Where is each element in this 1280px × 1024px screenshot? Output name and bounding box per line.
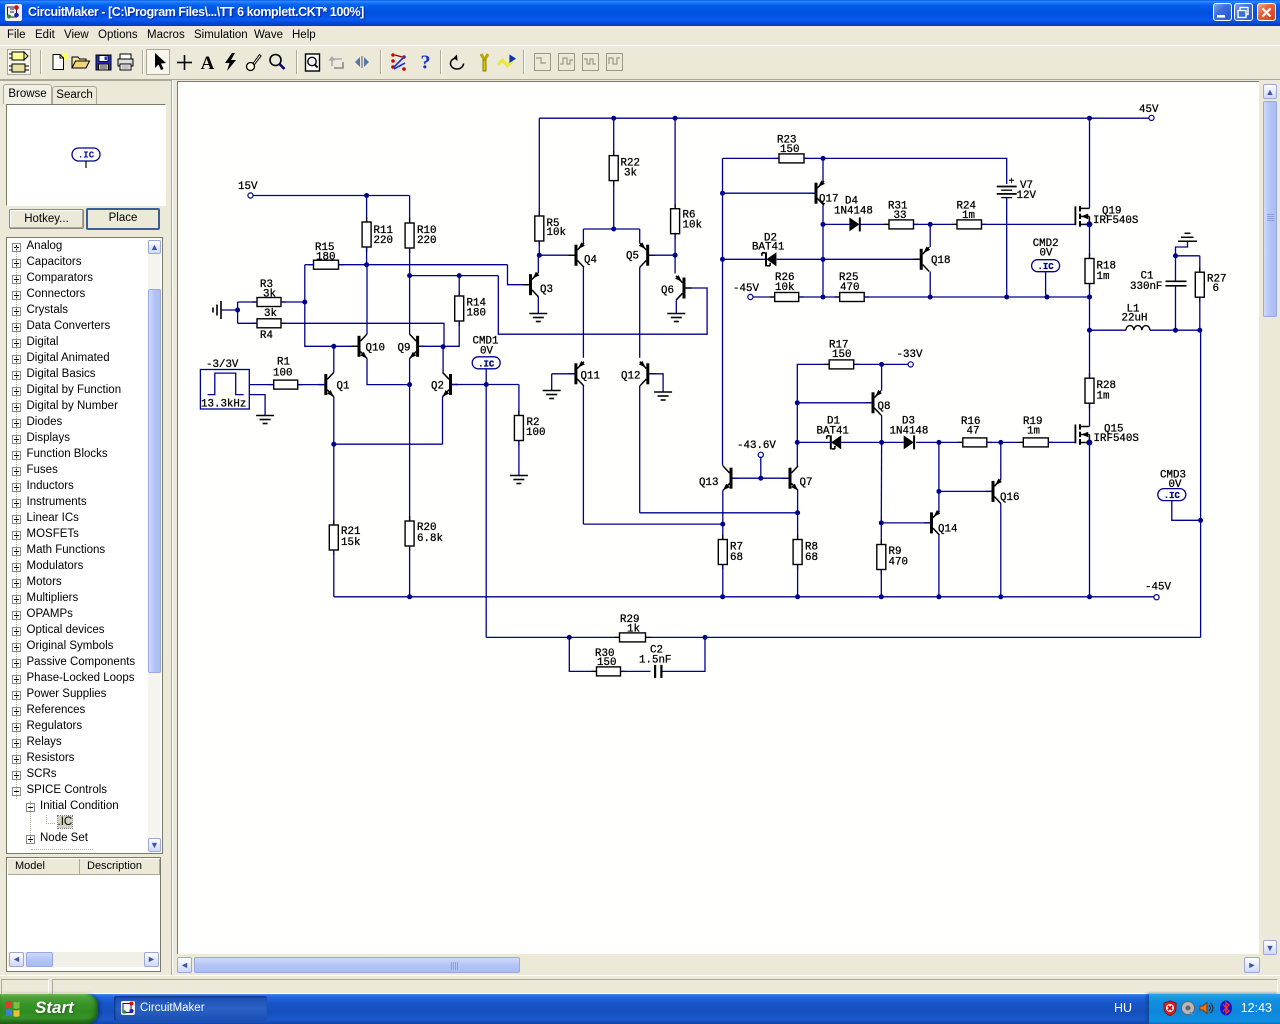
svg-text:68: 68 bbox=[805, 552, 818, 564]
svg-text:180: 180 bbox=[467, 308, 486, 320]
svg-text:45V: 45V bbox=[1139, 104, 1159, 116]
svg-text:180: 180 bbox=[316, 252, 335, 264]
svg-text:Q16: Q16 bbox=[1000, 492, 1019, 504]
svg-text:?: ? bbox=[420, 52, 430, 72]
svg-text:Q1: Q1 bbox=[337, 381, 350, 393]
svg-text:22uH: 22uH bbox=[1122, 313, 1148, 325]
svg-text:-33V: -33V bbox=[897, 349, 923, 361]
svg-text:0V: 0V bbox=[1040, 248, 1053, 260]
svg-text:10k: 10k bbox=[775, 282, 794, 294]
svg-text:100: 100 bbox=[526, 427, 545, 439]
svg-text:-3/3V: -3/3V bbox=[206, 359, 239, 371]
svg-text:150: 150 bbox=[597, 657, 616, 669]
svg-text:3k: 3k bbox=[264, 308, 277, 320]
svg-text:100: 100 bbox=[273, 368, 292, 380]
svg-text:BAT41: BAT41 bbox=[817, 426, 849, 438]
svg-text:1m: 1m bbox=[1097, 271, 1110, 283]
svg-text:Q4: Q4 bbox=[584, 255, 597, 267]
svg-text:1m: 1m bbox=[1097, 390, 1110, 402]
svg-text:470: 470 bbox=[889, 557, 908, 569]
svg-text:.IC: .IC bbox=[78, 151, 95, 161]
svg-text:Q7: Q7 bbox=[800, 477, 813, 489]
svg-text:Q8: Q8 bbox=[878, 401, 891, 413]
svg-text:Q14: Q14 bbox=[938, 524, 957, 536]
svg-text:47: 47 bbox=[967, 426, 980, 438]
svg-text:Q10: Q10 bbox=[366, 343, 385, 355]
svg-text:1m: 1m bbox=[962, 210, 975, 222]
svg-text:Q17: Q17 bbox=[819, 194, 838, 206]
svg-text:Q12: Q12 bbox=[621, 371, 640, 383]
svg-text:-45V: -45V bbox=[733, 283, 759, 295]
svg-text:Q18: Q18 bbox=[931, 255, 950, 267]
svg-text:-43.6V: -43.6V bbox=[737, 440, 776, 452]
svg-text:R4: R4 bbox=[260, 330, 273, 342]
svg-text:10k: 10k bbox=[547, 227, 566, 239]
svg-text:0V: 0V bbox=[1169, 479, 1182, 491]
svg-text:13.3kHz: 13.3kHz bbox=[201, 399, 246, 411]
svg-text:330nF: 330nF bbox=[1130, 281, 1162, 293]
svg-text:15V: 15V bbox=[238, 181, 258, 193]
svg-text:Q5: Q5 bbox=[626, 251, 639, 263]
svg-text:3k: 3k bbox=[624, 168, 637, 180]
svg-text:Q9: Q9 bbox=[398, 343, 411, 355]
svg-text:IRF540S: IRF540S bbox=[1093, 215, 1138, 227]
svg-text:-45V: -45V bbox=[1145, 582, 1171, 594]
svg-text:12V: 12V bbox=[1017, 190, 1037, 202]
svg-text:1N4148: 1N4148 bbox=[834, 206, 873, 218]
svg-text:470: 470 bbox=[840, 282, 859, 294]
svg-text:150: 150 bbox=[832, 349, 851, 361]
svg-text:Q11: Q11 bbox=[581, 371, 600, 383]
svg-text:Q3: Q3 bbox=[540, 284, 553, 296]
svg-text:Q6: Q6 bbox=[661, 285, 674, 297]
svg-text:10k: 10k bbox=[683, 220, 702, 232]
svg-text:Q13: Q13 bbox=[699, 477, 718, 489]
svg-text:1N4148: 1N4148 bbox=[890, 426, 929, 438]
svg-text:220: 220 bbox=[417, 235, 436, 247]
svg-text:.IC: .IC bbox=[1164, 491, 1181, 501]
svg-text:.IC: .IC bbox=[478, 359, 495, 369]
svg-text:1m: 1m bbox=[1027, 426, 1040, 438]
svg-text:15k: 15k bbox=[341, 537, 360, 549]
svg-text:0V: 0V bbox=[480, 346, 493, 358]
svg-text:1.5nF: 1.5nF bbox=[639, 655, 671, 667]
svg-text:BAT41: BAT41 bbox=[752, 242, 784, 254]
svg-text:IRF540S: IRF540S bbox=[1094, 433, 1139, 445]
svg-text:Q2: Q2 bbox=[431, 381, 444, 393]
svg-text:68: 68 bbox=[730, 552, 743, 564]
svg-text:6: 6 bbox=[1213, 283, 1219, 295]
svg-text:1k: 1k bbox=[627, 624, 640, 636]
svg-text:3k: 3k bbox=[263, 289, 276, 301]
svg-text:.IC: .IC bbox=[1037, 262, 1054, 272]
svg-text:150: 150 bbox=[780, 144, 799, 156]
svg-text:6.8k: 6.8k bbox=[417, 533, 443, 545]
svg-text:220: 220 bbox=[374, 235, 393, 247]
svg-text:+: + bbox=[1009, 177, 1015, 188]
svg-text:A: A bbox=[200, 53, 214, 72]
svg-text:33: 33 bbox=[894, 210, 907, 222]
